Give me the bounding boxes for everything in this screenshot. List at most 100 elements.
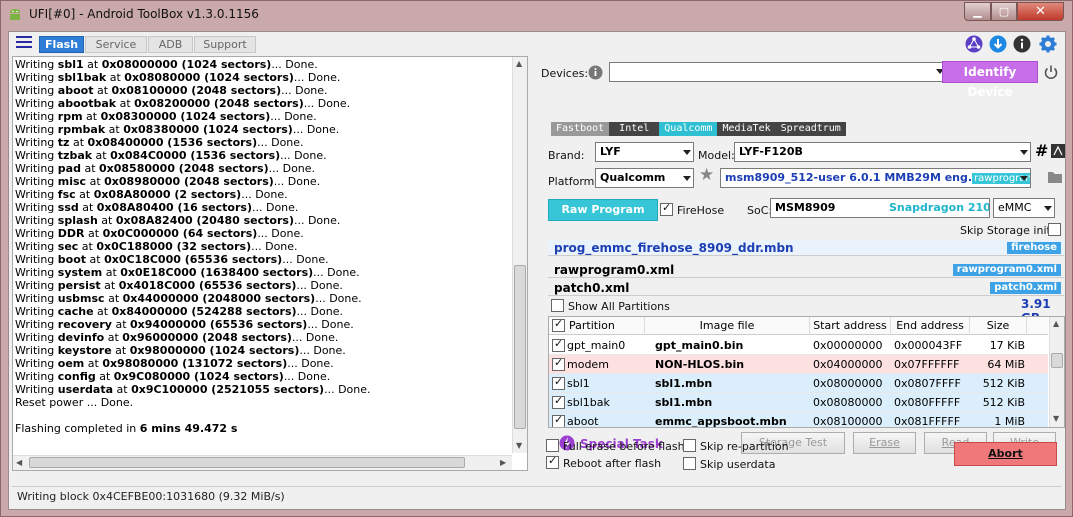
table-row[interactable]: sbl1 sbl1.mbn 0x08000000 0x0807FFFF 512 KiB [549,374,1048,393]
erase-button[interactable]: Erase [853,432,916,454]
log-segment: Flashing completed in [15,422,140,435]
show-all-partitions-checkbox[interactable] [551,299,564,312]
table-row[interactable]: gpt_main0 gpt_main0.bin 0x00000000 0x000043… [549,336,1048,355]
tab-spreadtrum[interactable]: Spreadtrum [775,122,846,136]
info-icon[interactable] [1013,35,1031,53]
tab-mediatek[interactable]: MediaTek [717,122,776,136]
chevron-down-icon[interactable] [1020,150,1028,155]
scroll-up-icon[interactable]: ▲ [1053,319,1059,328]
power-icon[interactable] [1043,64,1059,80]
scroll-up-icon[interactable]: ▲ [516,59,522,68]
table-row[interactable]: modem NON-HLOS.bin 0x04000000 0x07FFFFFF 64 … [549,355,1048,374]
tab-adb[interactable]: ADB [148,36,193,53]
log-segment: userdata [57,383,114,396]
network-icon[interactable] [965,35,983,53]
skip-repartition-checkbox[interactable] [683,439,696,452]
log-segment: 0x96000000 (2048 sectors) [122,331,292,344]
star-icon[interactable]: ★ [699,165,714,185]
skip-userdata-label: Skip userdata [700,458,776,471]
scroll-thumb[interactable] [514,265,526,429]
identify-device-button[interactable]: Identify Device [942,61,1038,99]
tab-flash[interactable]: Flash [39,36,84,53]
scroll-left-icon[interactable]: ◀ [16,458,22,467]
log-segment: Writing [15,227,58,240]
select-all-checkbox[interactable] [552,317,565,332]
platform-select[interactable]: Qualcomm [595,168,694,188]
log-pane[interactable]: Writing sbl1 at 0x08000000 (1024 sectors… [12,56,528,471]
patch-file-row[interactable]: patch0.xml patch0.xml [548,280,1064,296]
table-row[interactable]: aboot emmc_appsboot.mbn 0x08100000 0x081FFF… [549,412,1048,427]
gear-icon[interactable] [1039,35,1057,53]
rawprogram-file-row[interactable]: rawprogram0.xml rawprogram0.xml [548,262,1064,278]
log-segment: abootbak [57,97,117,110]
tab-qualcomm[interactable]: Qualcomm [659,122,718,136]
log-horizontal-scrollbar[interactable]: ◀ ▶ [13,455,512,470]
devices-dropdown[interactable] [609,62,947,82]
chevron-down-icon[interactable] [683,150,691,155]
menu-icon[interactable] [16,36,32,50]
scroll-right-icon[interactable]: ▶ [500,458,506,467]
abort-button[interactable]: Abort [954,442,1057,466]
info-circle-icon[interactable] [588,65,603,80]
patch-badge: patch0.xml [990,282,1061,294]
row-checkbox[interactable] [552,337,565,352]
scroll-down-icon[interactable]: ▼ [1053,414,1059,423]
skip-userdata-checkbox[interactable] [683,457,696,470]
log-segment: 0x98080000 (131072 sectors) [102,357,288,370]
header-image-file[interactable]: Image file [645,317,810,335]
full-erase-checkbox[interactable] [546,439,559,452]
maximize-button[interactable]: ▢ [991,2,1017,21]
chevron-down-icon[interactable] [683,176,691,181]
model-select[interactable]: LYF-F120B [734,142,1031,162]
tab-fastboot[interactable]: Fastboot [551,122,610,136]
pdf-icon[interactable] [1050,143,1066,159]
soc-select[interactable]: MSM8909 Snapdragon 210 [770,198,990,218]
log-segment: Writing [15,266,58,279]
hash-icon[interactable]: # [1035,141,1048,160]
close-button[interactable]: ✕ [1017,2,1064,21]
folder-icon[interactable] [1047,170,1063,184]
log-segment: ... Done. [251,240,298,253]
row-checkbox[interactable] [552,356,565,371]
log-segment: cache [57,305,94,318]
chevron-down-icon[interactable] [1044,206,1052,211]
tab-support[interactable]: Support [194,36,256,53]
header-start-address[interactable]: Start address [810,317,891,335]
log-segment: ... Done. [271,58,318,71]
download-icon[interactable] [989,35,1007,53]
raw-program-button[interactable]: Raw Program [548,199,658,221]
log-line: Writing sbl1 at 0x08000000 (1024 sectors… [15,58,509,71]
log-segment: 0x08300000 (1024 sectors) [100,110,271,123]
header-size[interactable]: Size [970,317,1027,335]
row-checkbox[interactable] [552,413,565,427]
log-segment: Writing [15,331,58,344]
log-segment: 0x9C080000 (1024 sectors) [113,370,284,383]
row-checkbox[interactable] [552,394,565,409]
log-segment: devinfo [57,331,105,344]
row-checkbox[interactable] [552,375,565,390]
log-segment: at [102,266,121,279]
hscroll-thumb[interactable] [29,457,465,468]
firehose-file-row[interactable]: prog_emmc_firehose_8909_ddr.mbn firehose [548,240,1064,256]
scroll-down-icon[interactable]: ▼ [516,441,522,450]
log-line: Writing aboot at 0x08100000 (2048 sector… [15,84,509,97]
log-segment: Writing [15,97,58,110]
firmware-select[interactable]: msm8909_512-user 6.0.1 MMB29M eng. rawpro… [720,168,1031,188]
header-end-address[interactable]: End address [891,317,970,335]
tab-service[interactable]: Service [85,36,147,53]
firehose-checkbox[interactable] [660,201,673,216]
table-header: Partition Image file Start address End a… [549,317,1048,335]
table-scrollbar[interactable]: ▲ ▼ [1049,317,1064,427]
log-segment: at [104,331,123,344]
tab-intel[interactable]: Intel [609,122,660,136]
reboot-checkbox[interactable] [546,454,559,469]
log-line: Writing sec at 0x0C188000 (32 sectors)..… [15,240,509,253]
chevron-down-icon[interactable] [1020,176,1028,181]
minimize-button[interactable]: ▁ [964,2,991,21]
log-vertical-scrollbar[interactable]: ▲ ▼ [512,57,527,453]
table-row[interactable]: sbl1bak sbl1.mbn 0x08080000 0x080FFFFF 512 K… [549,393,1048,412]
skip-storage-init-checkbox[interactable] [1048,223,1061,236]
reboot-label: Reboot after flash [563,457,662,470]
brand-select[interactable]: LYF [595,142,694,162]
table-scroll-thumb[interactable] [1051,353,1063,368]
